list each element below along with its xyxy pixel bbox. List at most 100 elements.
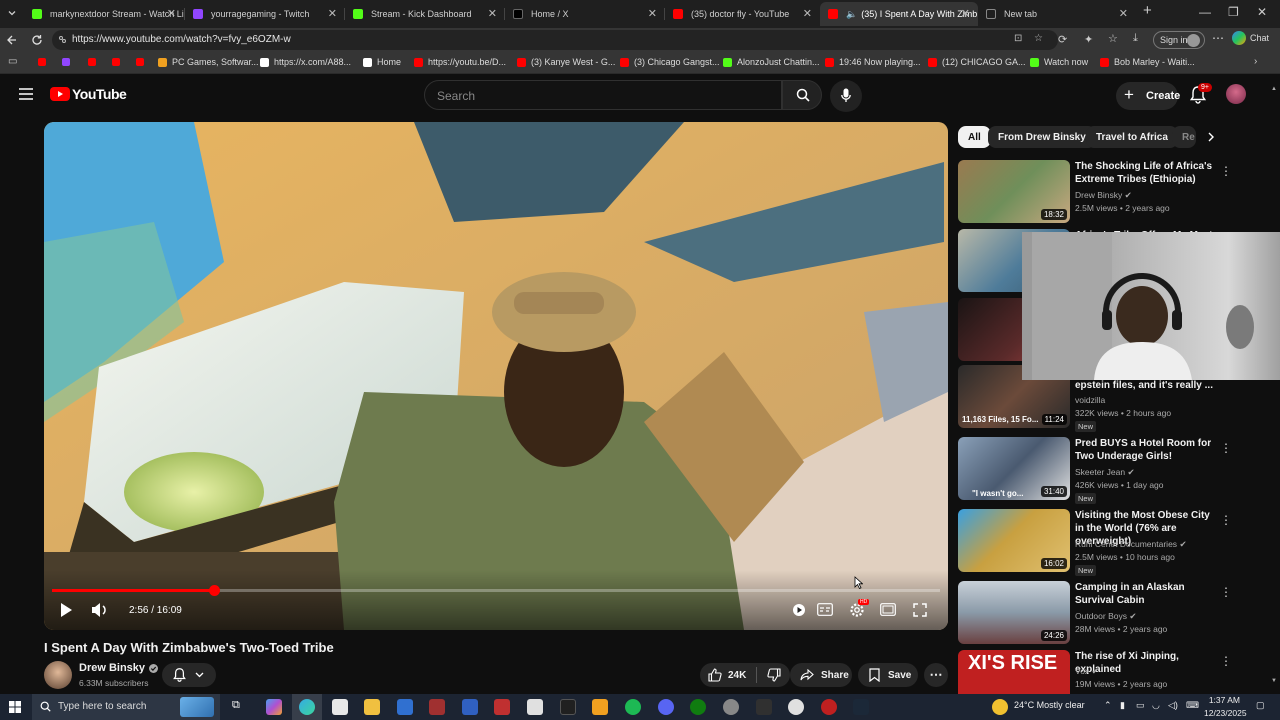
tab-actions-icon[interactable]: ▭ — [8, 56, 17, 67]
app-icon[interactable] — [821, 699, 837, 715]
autoplay-toggle[interactable] — [792, 603, 806, 617]
back-arrow-icon[interactable] — [6, 34, 18, 46]
save-button[interactable]: Save — [858, 663, 918, 687]
voice-search-button[interactable] — [830, 80, 862, 112]
video-thumbnail[interactable]: 18:32 — [958, 160, 1070, 223]
kebab-menu-icon[interactable]: ⋮ — [1220, 585, 1232, 599]
xbox-icon[interactable] — [690, 699, 706, 715]
youtube-bookmark-icon[interactable] — [112, 58, 120, 66]
youtube-bookmark-icon[interactable] — [88, 58, 96, 66]
tab-close-icon[interactable]: ✕ — [328, 7, 337, 20]
steam-icon[interactable] — [853, 699, 869, 715]
settings-button[interactable]: HD — [849, 599, 870, 618]
bookmark-youtu-be[interactable]: https://youtu.be/D... — [414, 57, 506, 67]
search-input[interactable]: Search — [424, 80, 782, 110]
mute-button[interactable] — [91, 602, 109, 618]
twitch-bookmark-icon[interactable] — [62, 58, 70, 66]
kebab-menu-icon[interactable]: ⋮ — [1220, 164, 1232, 178]
extension-icon[interactable]: ⟳ — [1058, 33, 1067, 46]
play-button[interactable] — [58, 602, 74, 618]
bookmark-chicago-ga[interactable]: (12) CHICAGO GA... — [928, 57, 1026, 67]
tab-youtube-active[interactable]: 🔈 (35) I Spent A Day With Zimb ✕ — [820, 2, 978, 26]
recommendation-item[interactable]: "I wasn't go... 31:40 Pred BUYS a Hotel … — [958, 437, 1258, 504]
video-player[interactable]: 2:56 / 16:09 HD — [44, 122, 948, 630]
fullscreen-button[interactable] — [913, 603, 927, 617]
minimize-icon[interactable]: — — [1199, 5, 1211, 19]
tab-new-tab[interactable]: New tab ✕ — [978, 2, 1136, 26]
taskbar-search-input[interactable]: Type here to search — [32, 694, 220, 720]
spotify-icon[interactable] — [625, 699, 641, 715]
close-window-icon[interactable]: ✕ — [1257, 5, 1267, 19]
tab-close-icon[interactable]: ✕ — [488, 7, 497, 20]
sign-in-button[interactable]: Sign in — [1153, 31, 1205, 49]
channel-avatar[interactable] — [44, 661, 72, 689]
file-explorer-icon[interactable] — [364, 699, 380, 715]
tab-youtube-doctor-fly[interactable]: (35) doctor fly - YouTube ✕ — [665, 2, 820, 26]
youtube-bookmark-icon[interactable] — [136, 58, 144, 66]
tab-close-icon[interactable]: ✕ — [1119, 7, 1128, 20]
game-app-icon[interactable] — [429, 699, 445, 715]
discord-icon[interactable] — [658, 699, 674, 715]
video-thumbnail[interactable]: XI'S RISE — [958, 650, 1070, 694]
notification-center-icon[interactable]: ▢ — [1256, 700, 1265, 711]
bookmark-bob-marley[interactable]: Bob Marley - Waiti... — [1100, 57, 1195, 67]
weather-text[interactable]: 24°C Mostly clear — [1014, 700, 1085, 710]
chip-travel-to-africa[interactable]: Travel to Africa — [1086, 126, 1178, 148]
app-icon[interactable] — [462, 699, 478, 715]
network-icon[interactable]: ▮ — [1120, 700, 1125, 711]
kebab-menu-icon[interactable]: ⋮ — [1220, 654, 1232, 668]
recommendation-item[interactable]: 16:02 Visiting the Most Obese City in th… — [958, 509, 1258, 576]
tab-close-icon[interactable]: ✕ — [167, 7, 176, 20]
game-app-icon[interactable] — [494, 699, 510, 715]
like-button[interactable]: 24K — [708, 668, 746, 682]
tab-close-icon[interactable]: ✕ — [961, 7, 970, 20]
copilot-chat-button[interactable]: Chat — [1232, 31, 1269, 45]
tab-close-icon[interactable]: ✕ — [648, 7, 657, 20]
kebab-menu-icon[interactable]: ⋮ — [1220, 513, 1232, 527]
tab-close-icon[interactable]: ✕ — [803, 7, 812, 20]
subscription-bell-button[interactable] — [162, 663, 216, 687]
video-thumbnail[interactable]: 16:02 — [958, 509, 1070, 572]
app-icon[interactable] — [723, 699, 739, 715]
tray-overflow-chevron-icon[interactable]: ⌃ — [1104, 700, 1112, 711]
captions-button[interactable] — [817, 603, 833, 616]
maximize-icon[interactable]: ❐ — [1228, 5, 1239, 19]
chrome-icon[interactable] — [788, 699, 804, 715]
bookmark-star-icon[interactable]: ☆ — [1034, 33, 1043, 44]
tab-search-chevron-icon[interactable] — [6, 7, 18, 19]
bookmark-home[interactable]: Home — [363, 57, 401, 67]
youtube-logo[interactable]: YouTube — [50, 86, 127, 102]
notifications-button[interactable]: 9+ — [1190, 83, 1212, 104]
chip-truncated[interactable]: Re — [1172, 126, 1196, 148]
bookmark-now-playing[interactable]: 19:46 Now playing... — [825, 57, 921, 67]
more-menu-icon[interactable]: ⋯ — [1212, 31, 1224, 45]
tab-x-home[interactable]: Home / X ✕ — [505, 2, 665, 26]
bookmarks-overflow-chevron-icon[interactable]: › — [1254, 56, 1257, 67]
battery-icon[interactable]: ▭ — [1136, 700, 1145, 711]
scroll-down-arrow-icon[interactable]: ▼ — [1271, 678, 1277, 684]
dislike-button[interactable] — [767, 668, 781, 682]
site-info-icon[interactable] — [58, 35, 67, 44]
bookmark-chicago-gangst[interactable]: (3) Chicago Gangst... — [620, 57, 720, 67]
progress-scrubber-handle[interactable] — [208, 585, 220, 596]
address-bar[interactable]: https://www.youtube.com/watch?v=fvy_e6OZ… — [52, 30, 1058, 50]
tab-twitch-yourragegaming[interactable]: yourragegaming - Twitch ✕ — [185, 2, 345, 26]
store-icon[interactable] — [332, 699, 348, 715]
bookmark-kanye-west[interactable]: (3) Kanye West - G... — [517, 57, 615, 67]
recommendation-item[interactable]: XI'S RISE The rise of Xi Jinping, explai… — [958, 650, 1258, 694]
bookmark-watch-now[interactable]: Watch now — [1030, 57, 1088, 67]
miniplayer-button[interactable] — [880, 603, 896, 616]
chips-next-button[interactable] — [1196, 124, 1224, 150]
progress-bar[interactable] — [52, 585, 940, 596]
youtube-bookmark-icon[interactable] — [38, 58, 46, 66]
copilot-taskbar-icon[interactable] — [266, 699, 282, 715]
share-button[interactable]: Share — [790, 663, 852, 687]
bookmark-pc-games[interactable]: PC Games, Softwar... — [158, 57, 259, 67]
install-app-icon[interactable]: ⊡ — [1014, 33, 1022, 44]
app-icon[interactable] — [592, 699, 608, 715]
bookmark-alonzo[interactable]: AlonzoJust Chattin... — [723, 57, 820, 67]
clock[interactable]: 1:37 AM 12/23/2025 — [1204, 695, 1247, 718]
new-tab-plus-icon[interactable]: + — [1143, 2, 1152, 19]
windows-start-icon[interactable] — [9, 701, 21, 713]
volume-icon[interactable]: ◁) — [1168, 700, 1178, 711]
